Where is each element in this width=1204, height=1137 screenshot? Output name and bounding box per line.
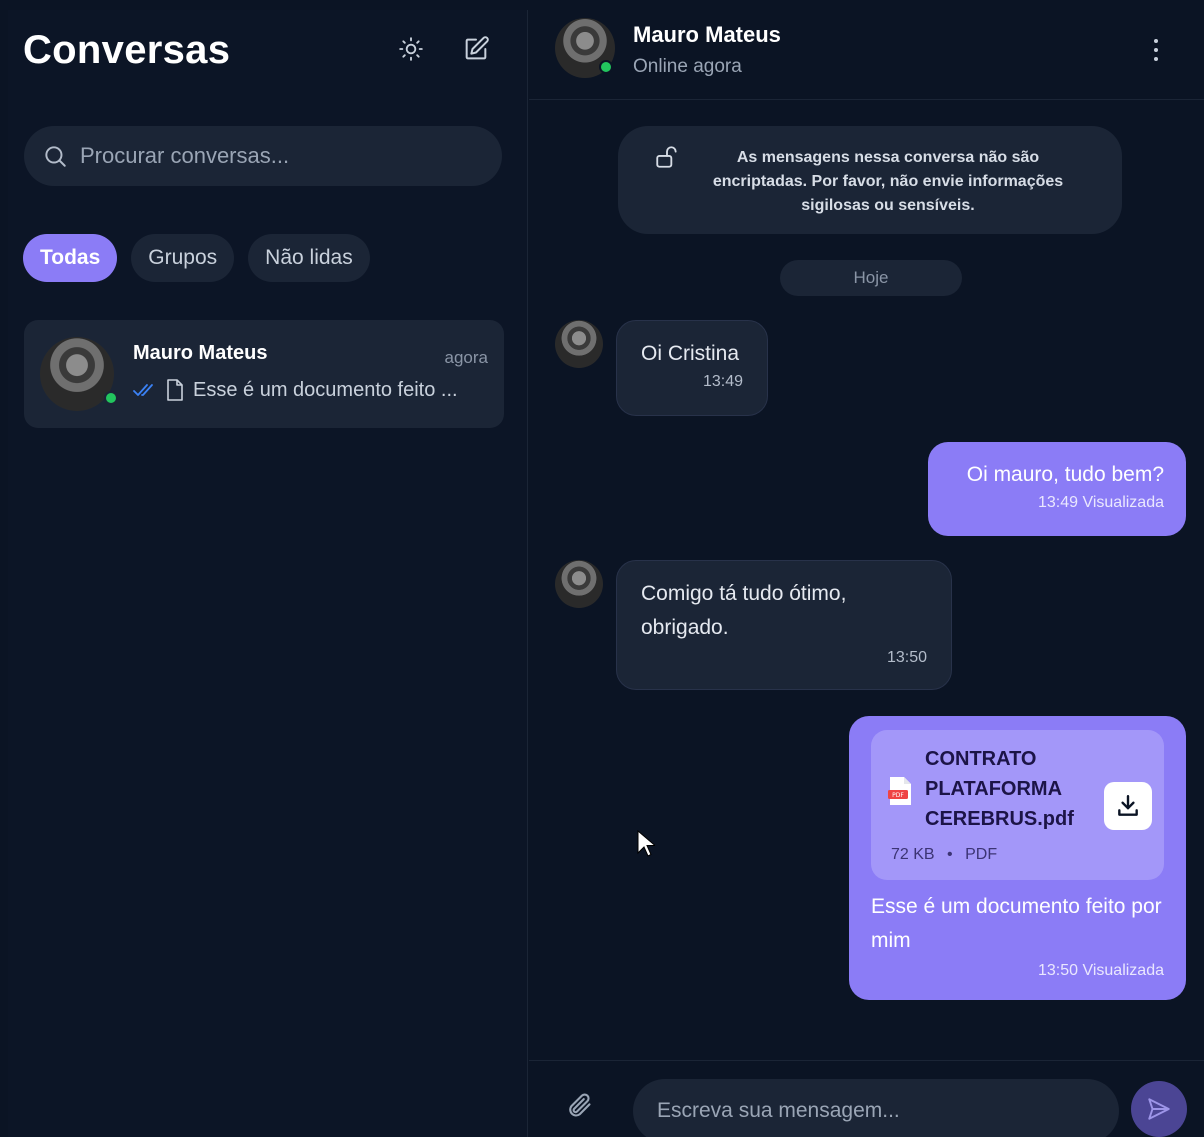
message-text: Esse é um documento feito por mim	[871, 895, 1162, 952]
download-button[interactable]	[1104, 782, 1152, 830]
send-button[interactable]	[1131, 1081, 1187, 1137]
download-icon	[1118, 795, 1138, 816]
file-type: PDF	[965, 846, 998, 863]
filter-tabs: Todas Grupos Não lidas	[23, 234, 370, 282]
encryption-notice-text: As mensagens nessa conversa não são encr…	[712, 149, 1064, 214]
message-time: 13:49	[702, 373, 743, 390]
sidebar-title: Conversas	[23, 28, 231, 72]
svg-text:PDF: PDF	[892, 792, 904, 799]
message-text: Oi mauro, tudo bem?	[966, 463, 1164, 486]
contact-name[interactable]: Mauro Mateus	[633, 22, 781, 48]
search-input[interactable]	[80, 143, 480, 169]
meta-separator: •	[947, 846, 953, 863]
file-name: CONTRATO PLATAFORMA CEREBRUS.pdf	[925, 748, 1074, 830]
search-icon	[45, 146, 66, 167]
conversation-time: agora	[444, 348, 488, 367]
chat-panel: Mauro Mateus Online agora As mensagens n…	[529, 0, 1204, 1137]
message-text: Comigo tá tudo ótimo, obrigado.	[641, 582, 847, 639]
file-meta: 72 KB • PDF	[891, 846, 997, 864]
send-icon	[1148, 1098, 1170, 1120]
sun-icon[interactable]	[396, 34, 426, 64]
conversation-preview: Esse é um documento feito ...	[133, 378, 483, 402]
pdf-icon: PDF	[888, 777, 911, 805]
message-time: 13:49 Visualizada	[1037, 494, 1164, 511]
message-composer	[529, 1060, 1204, 1137]
paperclip-icon[interactable]	[565, 1091, 593, 1119]
message-bubble-outgoing: Oi mauro, tudo bem? 13:49 Visualizada	[928, 442, 1186, 536]
filter-tab-grupos[interactable]: Grupos	[131, 234, 235, 282]
message-bubble-incoming: Comigo tá tudo ótimo, obrigado. 13:50	[616, 560, 952, 690]
double-check-icon	[133, 384, 153, 396]
message-time: 13:50 Visualizada	[1037, 962, 1164, 979]
file-icon	[167, 379, 183, 401]
unlock-icon	[656, 146, 677, 168]
message-input[interactable]	[633, 1079, 1119, 1137]
message-text: Oi Cristina	[641, 342, 740, 365]
message-bubble-incoming: Oi Cristina 13:49	[616, 320, 768, 416]
date-separator: Hoje	[780, 260, 962, 296]
encryption-notice: As mensagens nessa conversa não são encr…	[618, 126, 1122, 234]
avatar	[40, 337, 114, 411]
filter-tab-nao-lidas[interactable]: Não lidas	[248, 234, 370, 282]
message-avatar	[555, 320, 603, 368]
file-size: 72 KB	[891, 846, 935, 863]
conversation-preview-text: Esse é um documento feito ...	[193, 378, 458, 401]
file-attachment[interactable]: PDF CONTRATO PLATAFORMA CEREBRUS.pdf 72 …	[871, 730, 1164, 880]
conversation-item[interactable]: Mauro Mateus agora Esse é um documento f…	[24, 320, 504, 428]
contact-status: Online agora	[633, 56, 742, 77]
message-avatar	[555, 560, 603, 608]
edit-icon[interactable]	[461, 34, 491, 64]
conversation-name: Mauro Mateus	[133, 342, 268, 364]
mouse-cursor-icon	[637, 830, 655, 857]
filter-tab-todas[interactable]: Todas	[23, 234, 118, 282]
message-time: 13:50	[886, 649, 927, 666]
conversations-sidebar: Conversas Todas Grupos Não lidas Mauro M…	[8, 10, 528, 1137]
online-indicator	[104, 391, 118, 405]
search-bar[interactable]	[24, 126, 502, 186]
message-bubble-outgoing: PDF CONTRATO PLATAFORMA CEREBRUS.pdf 72 …	[849, 716, 1186, 1000]
chat-header: Mauro Mateus Online agora	[529, 0, 1204, 100]
more-options-icon[interactable]	[1143, 33, 1169, 67]
online-indicator	[599, 60, 613, 74]
